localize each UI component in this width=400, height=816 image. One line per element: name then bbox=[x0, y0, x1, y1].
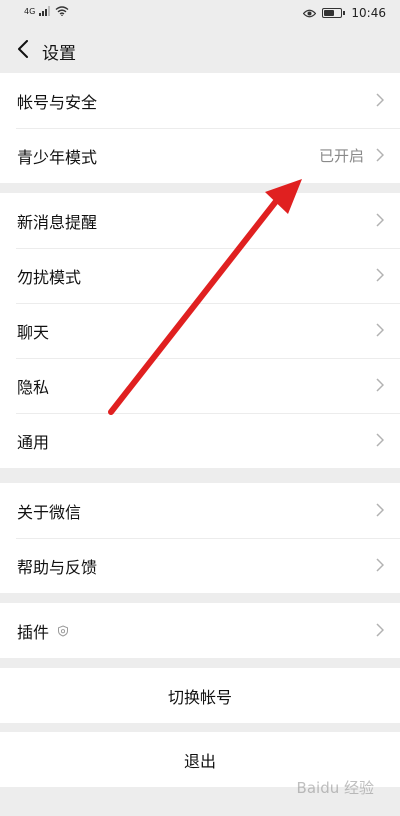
status-left: 4G bbox=[24, 6, 69, 16]
switch-account-label: 切换帐号 bbox=[167, 687, 232, 707]
chevron-right-icon bbox=[376, 323, 384, 337]
settings-item-help-feedback[interactable]: 帮助与反馈 bbox=[0, 538, 400, 593]
shield-icon bbox=[58, 624, 69, 637]
settings-item-general[interactable]: 通用 bbox=[0, 413, 400, 468]
network-label: 4G bbox=[24, 7, 36, 16]
battery-icon bbox=[322, 8, 346, 18]
chevron-right-icon bbox=[376, 433, 384, 447]
chevron-right-icon bbox=[376, 213, 384, 227]
switch-account-group: 切换帐号 bbox=[0, 668, 400, 723]
chevron-right-icon bbox=[376, 623, 384, 637]
chevron-right-icon bbox=[376, 558, 384, 572]
settings-item-label: 青少年模式 bbox=[17, 147, 98, 167]
status-bar: 4G 10:46 bbox=[0, 0, 400, 28]
teen-mode-status: 已开启 bbox=[318, 147, 364, 165]
settings-item-about[interactable]: 关于微信 bbox=[0, 483, 400, 538]
signal-icon bbox=[39, 6, 51, 16]
switch-account-button[interactable]: 切换帐号 bbox=[0, 668, 400, 723]
status-right: 10:46 bbox=[303, 6, 386, 20]
battery-fill bbox=[324, 10, 335, 16]
chevron-right-icon bbox=[376, 378, 384, 392]
page-title: 设置 bbox=[42, 44, 76, 64]
settings-item-label: 通用 bbox=[17, 432, 50, 452]
settings-item-label: 聊天 bbox=[17, 322, 50, 342]
settings-group-about: 关于微信 帮助与反馈 bbox=[0, 483, 400, 593]
settings-item-label: 关于微信 bbox=[17, 502, 82, 522]
chevron-right-icon bbox=[376, 503, 384, 517]
settings-group-account: 帐号与安全 青少年模式 已开启 bbox=[0, 73, 400, 183]
chevron-right-icon bbox=[376, 148, 384, 162]
wifi-icon bbox=[55, 6, 69, 16]
back-button[interactable] bbox=[10, 36, 36, 62]
settings-item-label: 隐私 bbox=[17, 377, 50, 397]
settings-item-label: 插件 bbox=[17, 622, 50, 642]
settings-item-label: 勿扰模式 bbox=[17, 267, 82, 287]
settings-item-notifications[interactable]: 新消息提醒 bbox=[0, 193, 400, 248]
settings-item-label: 帮助与反馈 bbox=[17, 557, 98, 577]
settings-item-account-security[interactable]: 帐号与安全 bbox=[0, 73, 400, 128]
clock: 10:46 bbox=[351, 6, 386, 20]
nav-bar: 设置 bbox=[0, 28, 400, 72]
chevron-right-icon bbox=[376, 268, 384, 282]
settings-item-do-not-disturb[interactable]: 勿扰模式 bbox=[0, 248, 400, 303]
settings-item-teen-mode[interactable]: 青少年模式 已开启 bbox=[0, 128, 400, 183]
chevron-left-icon bbox=[18, 40, 28, 58]
chevron-right-icon bbox=[376, 93, 384, 107]
settings-item-privacy[interactable]: 隐私 bbox=[0, 358, 400, 413]
settings-item-chat[interactable]: 聊天 bbox=[0, 303, 400, 358]
watermark: Baidu 经验 bbox=[296, 779, 374, 797]
settings-item-label: 帐号与安全 bbox=[17, 92, 98, 112]
settings-group-plugins: 插件 bbox=[0, 603, 400, 658]
settings-item-plugins[interactable]: 插件 bbox=[0, 603, 400, 658]
settings-item-label: 新消息提醒 bbox=[17, 212, 98, 232]
settings-group-general: 新消息提醒 勿扰模式 聊天 隐私 通用 bbox=[0, 193, 400, 468]
logout-label: 退出 bbox=[183, 751, 216, 771]
eye-icon bbox=[303, 9, 317, 17]
